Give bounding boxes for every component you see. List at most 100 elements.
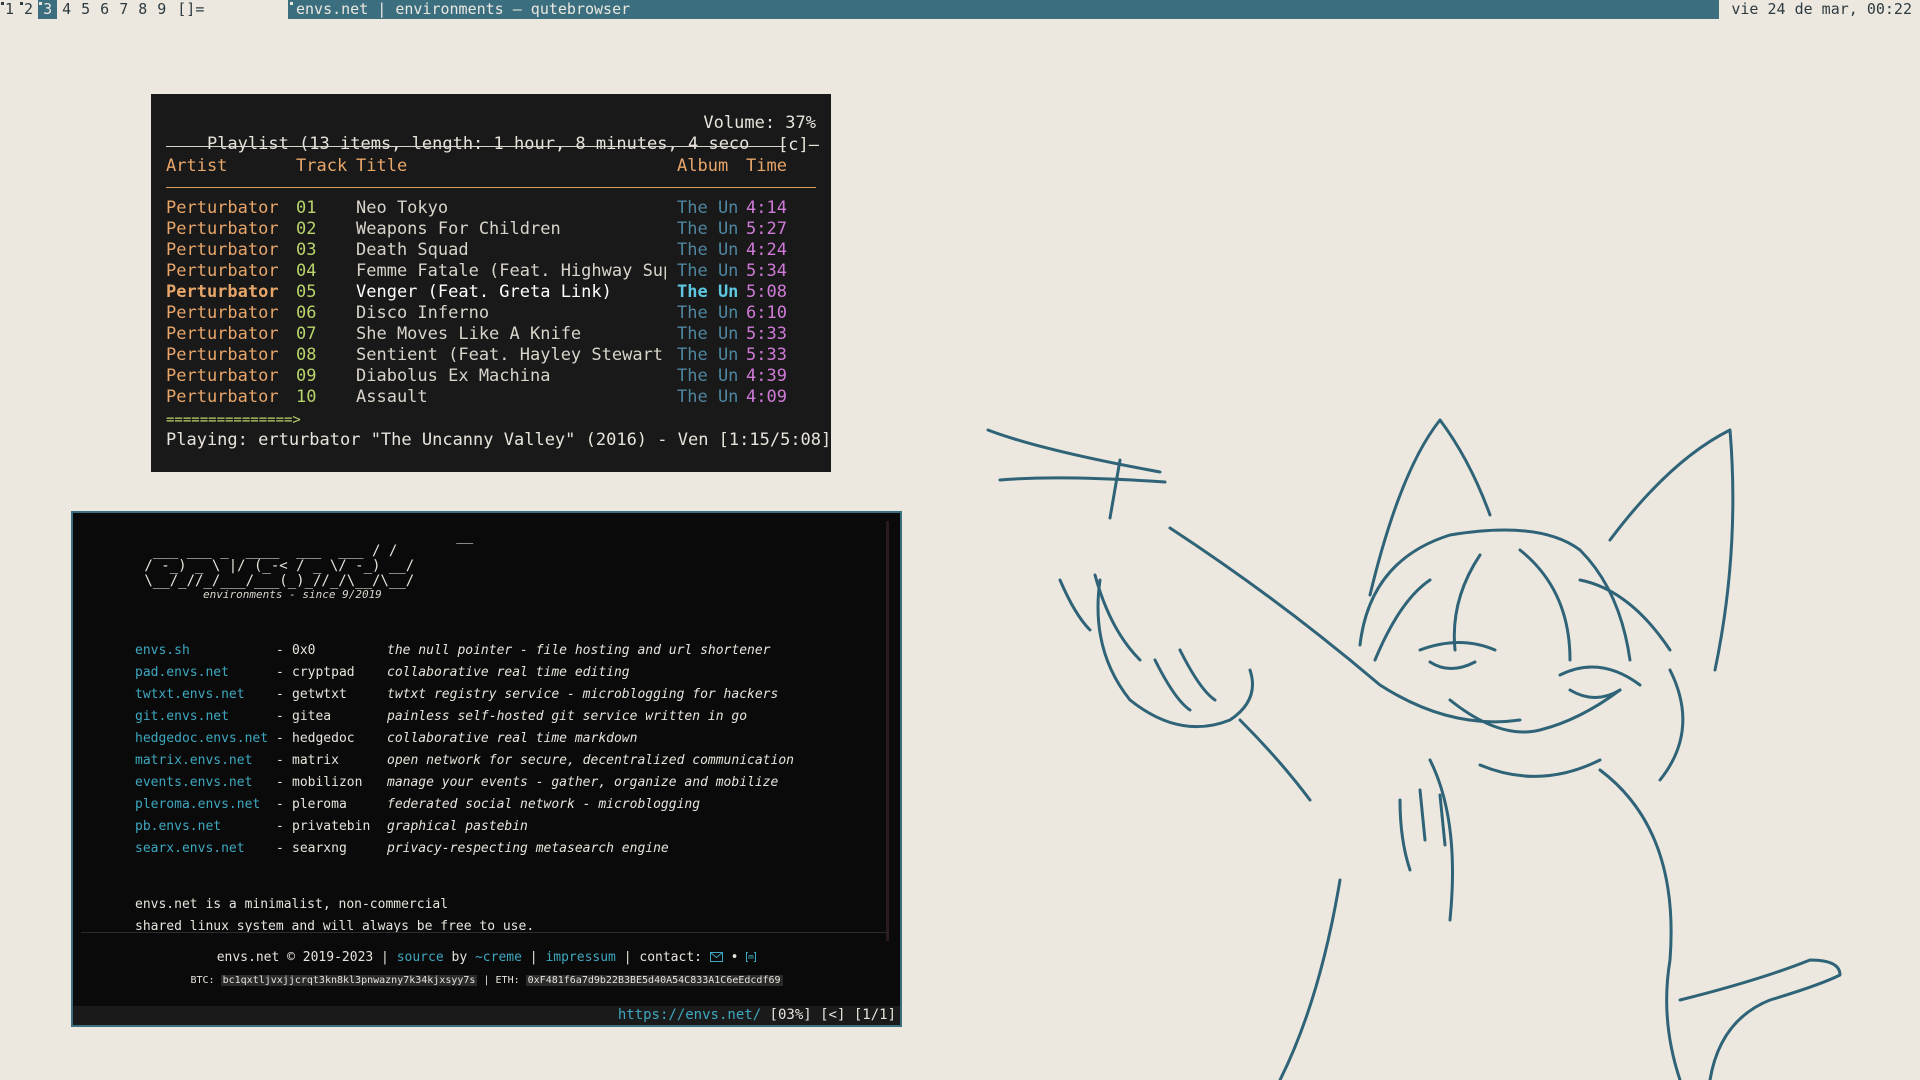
music-player-window[interactable]: Playlist (13 items, length: 1 hour, 8 mi… [151,94,831,472]
playback-progress[interactable]: ===============> [166,410,301,431]
service-description: twtxt registry service - microblogging f… [387,687,779,702]
workspace-8[interactable]: 8 [133,0,152,19]
service-description: graphical pastebin [387,819,528,834]
service-name: getwtxt [292,687,347,702]
dash: - [276,687,284,702]
workspace-3[interactable]: 3 [38,0,58,19]
service-link[interactable]: pleroma.envs.net [135,794,260,816]
track-number: 08 [296,345,317,365]
service-name: cryptpad [292,665,355,680]
track-row[interactable]: Perturbator 09 Diabolus Ex Machina The U… [151,366,831,387]
service-link[interactable]: twtxt.envs.net [135,684,245,706]
dash: - [276,665,284,680]
track-row[interactable]: Perturbator 03 Death Squad The Un 4:24 [151,240,831,261]
site-logo: __ ___ ___ _ ____ ___ ___ / / / -_) _ \ … [144,528,474,589]
service-row: envs.sh - 0x0 the null pointer - file ho… [73,640,873,662]
track-artist: Perturbator [166,303,279,323]
track-row[interactable]: Perturbator 02 Weapons For Children The … [151,219,831,240]
track-album: The Un [677,240,737,260]
track-title: Neo Tokyo [356,198,449,218]
divider [166,146,786,147]
clock: vie 24 de mar, 00:22 [1716,0,1920,19]
workspace-6[interactable]: 6 [95,0,114,19]
service-name: searxng [292,841,347,856]
matrix-icon[interactable] [746,950,757,965]
service-link[interactable]: pad.envs.net [135,662,229,684]
service-link[interactable]: events.envs.net [135,772,252,794]
service-row: searx.envs.net - searxng privacy-respect… [73,838,873,860]
track-artist: Perturbator [166,261,279,281]
service-link[interactable]: matrix.envs.net [135,750,252,772]
column-title[interactable]: Title [356,156,407,176]
browser-window[interactable]: __ ___ ___ _ ____ ___ ___ / / / -_) _ \ … [71,511,902,1027]
column-artist[interactable]: Artist [166,156,227,176]
service-description: collaborative real time markdown [387,731,638,746]
dash: - [276,775,284,790]
service-link[interactable]: hedgedoc.envs.net [135,728,268,750]
workspace-9[interactable]: 9 [152,0,171,19]
dash: - [276,753,284,768]
track-title: She Moves Like A Knife [356,324,582,344]
now-playing: Playing: erturbator "The Uncanny Valley"… [166,430,832,450]
author-link[interactable]: ~creme [475,950,522,965]
service-row: pad.envs.net - cryptpad collaborative re… [73,662,873,684]
workspace-7[interactable]: 7 [114,0,133,19]
track-artist: Perturbator [166,198,279,218]
track-album: The Un [677,324,737,344]
workspace-4[interactable]: 4 [57,0,76,19]
service-link[interactable]: git.envs.net [135,706,229,728]
service-name: gitea [292,709,332,724]
track-row[interactable]: Perturbator 01 Neo Tokyo The Un 4:14 [151,198,831,219]
scrollbar[interactable] [886,521,889,941]
workspace-2[interactable]: 2 [19,0,38,19]
impressum-link[interactable]: impressum [545,950,615,965]
column-track[interactable]: Track [296,156,347,176]
track-artist: Perturbator [166,282,279,302]
tab-index: [1/1] [845,1007,896,1023]
track-title: Weapons For Children [356,219,561,239]
playlist-summary: Playlist (13 items, length: 1 hour, 8 mi… [206,134,750,154]
service-link[interactable]: pb.envs.net [135,816,221,838]
workspace-list: 1 2 3 4 5 6 7 8 9 []= [0,0,210,19]
column-album[interactable]: Album [677,156,728,176]
service-name: 0x0 [292,643,316,658]
track-title: Assault [356,387,428,407]
track-number: 05 [296,282,317,302]
track-time: 4:24 [746,240,787,260]
current-track-row[interactable]: Perturbator 05 Venger (Feat. Greta Link)… [151,282,831,303]
track-number: 03 [296,240,317,260]
track-album: The Un [677,219,737,239]
track-title: Sentient (Feat. Hayley Stewart) [356,345,666,365]
workspace-1[interactable]: 1 [0,0,19,19]
track-time: 4:09 [746,387,787,407]
track-row[interactable]: Perturbator 07 She Moves Like A Knife Th… [151,324,831,345]
track-row[interactable]: Perturbator 06 Disco Inferno The Un 6:10 [151,303,831,324]
track-number: 10 [296,387,317,407]
track-number: 04 [296,261,317,281]
service-link[interactable]: searx.envs.net [135,838,245,860]
service-description: open network for secure, decentralized c… [387,753,794,768]
layout-indicator[interactable]: []= [171,0,210,19]
column-time[interactable]: Time [746,156,787,176]
current-url[interactable]: https://envs.net/ [618,1007,761,1023]
window-title: envs.net | environments — qutebrowser [288,0,1720,19]
donation-info: BTC: bc1qxtljvxjjcrqt3kn8kl3pnwazny7k34k… [73,975,900,986]
track-artist: Perturbator [166,387,279,407]
dash: - [276,643,284,658]
track-row[interactable]: Perturbator 08 Sentient (Feat. Hayley St… [151,345,831,366]
workspace-5[interactable]: 5 [76,0,95,19]
mail-icon[interactable] [709,950,723,965]
service-link[interactable]: envs.sh [135,640,190,662]
scroll-percent: [03%] [761,1007,812,1023]
eth-address[interactable]: 0xF481f6a7d9b22B3BE5d40A54C833A1C6eEdcdf… [525,975,783,986]
track-time: 4:39 [746,366,787,386]
service-description: privacy-respecting metasearch engine [387,841,669,856]
service-row: pleroma.envs.net - pleroma federated soc… [73,794,873,816]
btc-address[interactable]: bc1qxtljvxjjcrqt3kn8kl3pnwazny7k34kjxsyy… [220,975,478,986]
track-time: 5:33 [746,345,787,365]
track-row[interactable]: Perturbator 10 Assault The Un 4:09 [151,387,831,408]
dash: - [276,709,284,724]
separator-dot: • [722,950,747,965]
source-link[interactable]: source [397,950,444,965]
track-row[interactable]: Perturbator 04 Femme Fatale (Feat. Highw… [151,261,831,282]
